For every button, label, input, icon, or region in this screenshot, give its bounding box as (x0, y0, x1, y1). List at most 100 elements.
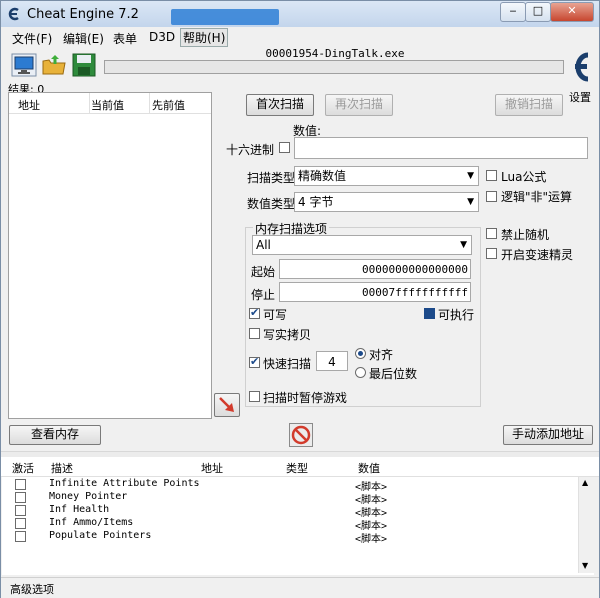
chevron-down-icon: ▼ (467, 171, 474, 181)
value-type-value: 4 字节 (298, 195, 334, 209)
table-row[interactable]: Inf Ammo/Items <脚本> (2, 517, 594, 532)
hex-checkbox[interactable] (279, 142, 290, 153)
vertical-scrollbar[interactable]: ▲ ▼ (578, 477, 594, 573)
column-divider (149, 93, 150, 113)
column-address[interactable]: 地址 (18, 97, 40, 113)
copy-on-write-label: 写实拷贝 (263, 328, 312, 342)
column-value[interactable]: 数值 (358, 460, 380, 476)
cheat-description: Money Pointer (49, 491, 128, 502)
column-type[interactable]: 类型 (286, 460, 308, 476)
next-scan-button[interactable]: 再次扫描 (325, 94, 393, 116)
hex-label: 十六进制 (226, 143, 275, 157)
align-label: 对齐 (369, 348, 394, 362)
stop-address-label: 停止 (251, 288, 276, 302)
start-address-input[interactable]: 0000000000000000 (279, 259, 471, 279)
chevron-down-icon: ▼ (467, 197, 474, 207)
executable-checkbox[interactable] (424, 308, 435, 319)
activate-checkbox[interactable] (15, 479, 26, 490)
speedhack-checkbox[interactable] (486, 248, 497, 259)
undo-scan-button[interactable]: 撤销扫描 (495, 94, 563, 116)
menu-d3d[interactable]: D3D (149, 30, 175, 44)
scan-type-value: 精确数值 (298, 169, 347, 183)
table-row[interactable]: Money Pointer <脚本> (2, 491, 594, 506)
stop-sign-icon[interactable] (289, 423, 313, 447)
stop-address-input[interactable]: 00007fffffffffff (279, 282, 471, 302)
scroll-up-icon[interactable]: ▲ (582, 478, 588, 487)
value-type-label: 数值类型 (247, 197, 296, 211)
lua-formula-checkbox[interactable] (486, 170, 497, 181)
menu-edit[interactable]: 编辑(E) (63, 30, 104, 47)
column-description[interactable]: 描述 (51, 460, 73, 476)
not-logic-label: 逻辑"非"运算 (501, 190, 573, 204)
menu-table[interactable]: 表单 (113, 30, 137, 47)
fast-scan-checkbox[interactable] (249, 355, 260, 368)
add-to-list-button[interactable] (214, 393, 240, 417)
activate-checkbox[interactable] (15, 492, 26, 503)
align-radio[interactable] (355, 348, 366, 359)
table-row[interactable]: Inf Health <脚本> (2, 504, 594, 519)
menu-file[interactable]: 文件(F) (12, 30, 52, 47)
settings-label[interactable]: 设置 (569, 89, 591, 105)
scan-type-label: 扫描类型 (247, 171, 296, 185)
cheat-description: Populate Pointers (49, 530, 152, 541)
writable-checkbox[interactable] (249, 306, 260, 319)
value-type-select[interactable]: 4 字节 ▼ (294, 192, 479, 212)
cheat-description: Infinite Attribute Points (49, 478, 200, 489)
fast-scan-alignment-input[interactable]: 4 (316, 351, 348, 371)
executable-label: 可执行 (438, 308, 475, 322)
status-bar: 高级选项 (1, 577, 599, 598)
scan-type-select[interactable]: 精确数值 ▼ (294, 166, 479, 186)
maximize-button[interactable]: □ (525, 2, 551, 22)
cheat-table-header: 激活 描述 地址 类型 数值 (1, 457, 599, 477)
process-name: 00001954-DingTalk.exe (265, 47, 405, 60)
disable-random-label: 禁止随机 (501, 228, 550, 242)
table-row[interactable]: Infinite Attribute Points <脚本> (2, 478, 594, 493)
main-window: Cheat Engine 7.2 ‒ □ ✕ 文件(F) 编辑(E) 表单 D3… (0, 0, 600, 598)
fast-scan-label: 快速扫描 (263, 357, 312, 371)
column-address[interactable]: 地址 (201, 460, 223, 476)
cheat-table-list[interactable]: Infinite Attribute Points <脚本> Money Poi… (2, 477, 594, 575)
activate-checkbox[interactable] (15, 505, 26, 516)
last-digits-label: 最后位数 (369, 367, 418, 381)
title-bar: Cheat Engine 7.2 ‒ □ ✕ (1, 1, 599, 27)
cheat-description: Inf Health (49, 504, 110, 515)
cheat-engine-logo-icon[interactable] (567, 47, 593, 87)
open-folder-icon[interactable] (41, 53, 67, 77)
cheat-value: <脚本> (355, 534, 388, 545)
column-active[interactable]: 激活 (12, 460, 34, 476)
column-current-value[interactable]: 当前值 (91, 97, 124, 113)
lua-formula-label: Lua公式 (501, 170, 547, 184)
activate-checkbox[interactable] (15, 518, 26, 529)
advanced-options-link[interactable]: 高级选项 (10, 581, 54, 597)
table-row[interactable]: Populate Pointers <脚本> (2, 530, 594, 545)
pause-game-checkbox[interactable] (249, 391, 260, 402)
save-disk-icon[interactable] (71, 53, 97, 77)
view-memory-button[interactable]: 查看内存 (9, 425, 101, 445)
menu-help[interactable]: 帮助(H) (180, 28, 229, 47)
scan-progress-bar (104, 60, 564, 74)
found-list-header: 地址 当前值 先前值 (9, 93, 211, 114)
found-address-list[interactable]: 地址 当前值 先前值 (8, 92, 212, 419)
red-arrow-icon (219, 397, 234, 412)
not-logic-checkbox[interactable] (486, 191, 497, 202)
activate-checkbox[interactable] (15, 531, 26, 542)
scroll-down-icon[interactable]: ▼ (582, 561, 588, 570)
computer-icon[interactable] (11, 53, 37, 77)
title-overlay (171, 9, 279, 25)
memory-region-value: All (256, 238, 271, 252)
value-input[interactable] (294, 137, 588, 159)
chevron-down-icon: ▼ (460, 240, 467, 250)
cheat-engine-icon (8, 7, 19, 21)
memory-region-select[interactable]: All ▼ (252, 235, 472, 255)
pause-game-label: 扫描时暂停游戏 (263, 391, 348, 405)
minimize-button[interactable]: ‒ (500, 2, 526, 22)
start-address-label: 起始 (251, 265, 276, 279)
speedhack-label: 开启变速精灵 (501, 248, 574, 262)
disable-random-checkbox[interactable] (486, 228, 497, 239)
column-previous-value[interactable]: 先前值 (152, 97, 185, 113)
first-scan-button[interactable]: 首次扫描 (246, 94, 314, 116)
add-address-manually-button[interactable]: 手动添加地址 (503, 425, 593, 445)
copy-on-write-checkbox[interactable] (249, 328, 260, 339)
close-button[interactable]: ✕ (550, 2, 594, 22)
last-digits-radio[interactable] (355, 367, 366, 378)
